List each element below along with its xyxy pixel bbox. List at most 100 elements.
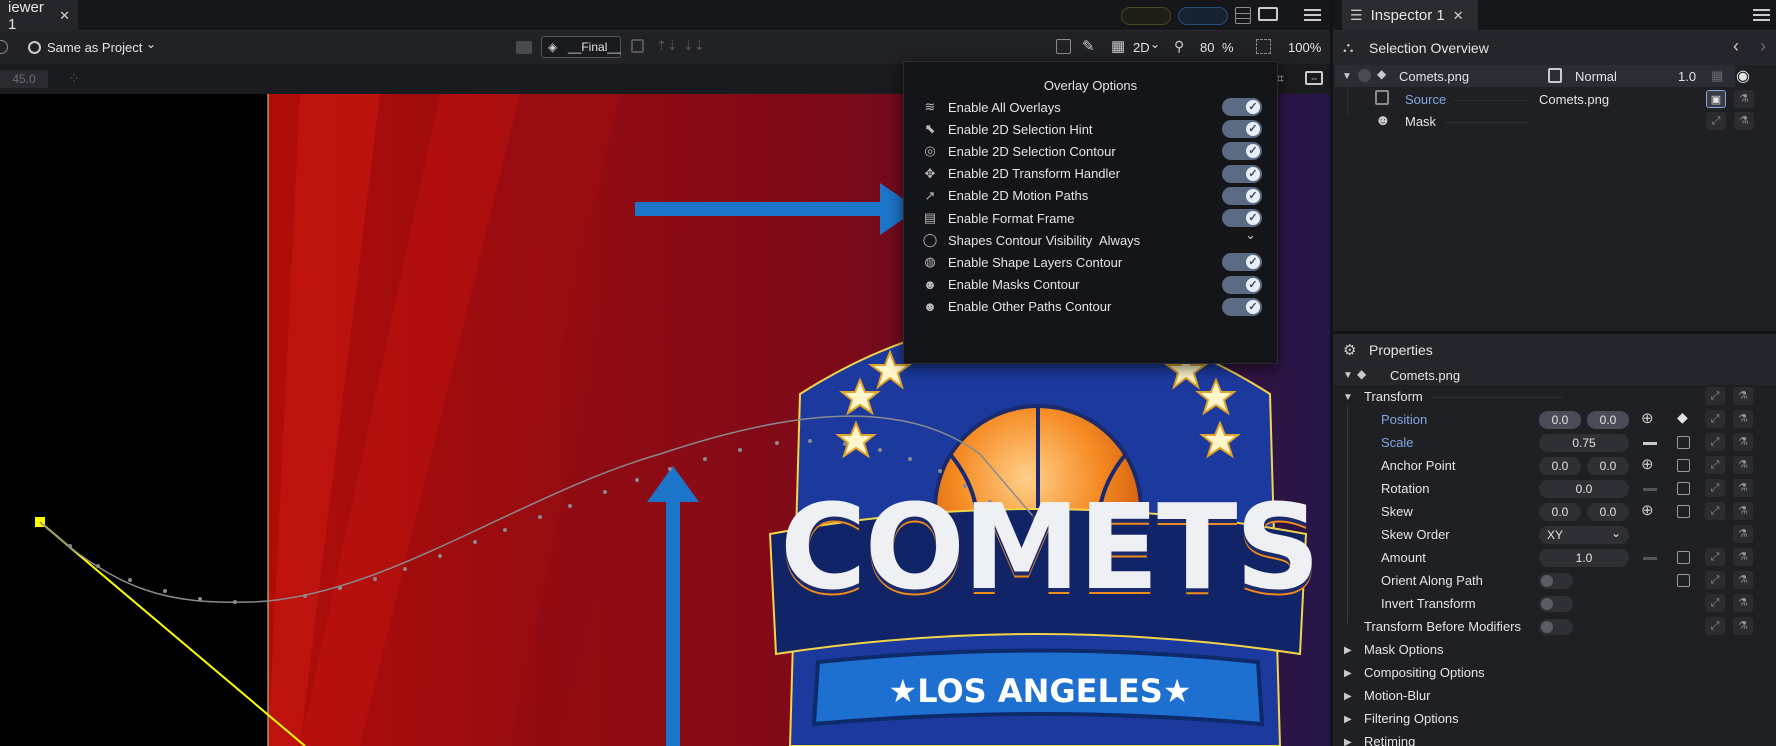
overlay-option-toggle[interactable]: ✓: [1222, 275, 1262, 294]
skew-order-select[interactable]: XY ⌄: [1539, 526, 1629, 544]
chevron-down-icon[interactable]: ⌄: [146, 37, 156, 51]
overlay-option-row[interactable]: ✥ Enable 2D Transform Handler ✓: [922, 163, 1262, 185]
angle-field[interactable]: 45.0: [0, 70, 48, 88]
mask-label[interactable]: Mask: [1405, 114, 1436, 129]
overlay-option-row[interactable]: ▤ Enable Format Frame ✓: [922, 207, 1262, 229]
close-icon[interactable]: ✕: [1453, 8, 1464, 24]
blend-mode[interactable]: Normal: [1575, 69, 1617, 84]
slider-icon[interactable]: [1643, 557, 1657, 560]
slider-icon[interactable]: [1643, 442, 1657, 445]
expand-triangle-icon[interactable]: ▶: [1344, 714, 1352, 725]
inspector-tab[interactable]: ☰ Inspector 1 ✕: [1342, 0, 1478, 31]
eye-icon[interactable]: ◉: [1736, 66, 1750, 86]
source-link-icon[interactable]: ▣: [1706, 90, 1726, 108]
property-group-label[interactable]: Motion-Blur: [1364, 688, 1430, 703]
position-y-field[interactable]: 0.0: [1587, 411, 1629, 429]
flask-icon[interactable]: ⚗: [1733, 594, 1753, 612]
flask-icon[interactable]: ⚗: [1734, 112, 1754, 130]
chevron-left-icon[interactable]: ‹: [1733, 36, 1739, 57]
flask-icon[interactable]: ⚗: [1733, 502, 1753, 520]
safe-area-icon[interactable]: [1056, 39, 1071, 54]
keyframe-checkbox[interactable]: [1677, 574, 1690, 587]
visibility-dot-icon[interactable]: [1358, 69, 1371, 82]
contour-visibility-select[interactable]: Always: [1099, 233, 1140, 248]
slider-icon[interactable]: [1643, 488, 1657, 491]
keyframe-checkbox[interactable]: [1677, 482, 1690, 495]
crosshair-icon[interactable]: ⊕: [1641, 409, 1654, 427]
crosshair-icon[interactable]: ⊕: [1641, 501, 1654, 519]
expand-triangle-icon[interactable]: ▼: [1343, 370, 1353, 381]
link-icon[interactable]: ⤢: [1705, 479, 1725, 497]
overlay-option-row[interactable]: ◎ Enable 2D Selection Contour ✓: [922, 140, 1262, 162]
flask-icon[interactable]: ⚗: [1733, 617, 1753, 635]
skew-label[interactable]: Skew: [1381, 504, 1413, 519]
crosshair-icon[interactable]: ⊕: [1641, 455, 1654, 473]
scale-field[interactable]: 0.75: [1539, 434, 1629, 452]
render-toggle-icon[interactable]: [0, 40, 8, 54]
amount-label[interactable]: Amount: [1381, 550, 1426, 565]
flip-icon[interactable]: [516, 41, 532, 54]
orient-label[interactable]: Orient Along Path: [1381, 573, 1483, 588]
property-group-label[interactable]: Mask Options: [1364, 642, 1443, 657]
close-icon[interactable]: ✕: [59, 8, 70, 24]
layer-name[interactable]: Comets.png: [1399, 69, 1469, 84]
overlay-option-toggle[interactable]: ✓: [1222, 253, 1262, 272]
keyframe-diamond-icon[interactable]: ◆: [1677, 409, 1688, 426]
link-icon[interactable]: ⤢: [1705, 456, 1725, 474]
before-modifiers-label[interactable]: Transform Before Modifiers: [1364, 619, 1521, 634]
keyframe-checkbox[interactable]: [1677, 459, 1690, 472]
rotation-field[interactable]: 0.0: [1539, 480, 1629, 498]
grid-icon[interactable]: ▦: [1711, 68, 1723, 84]
source-label[interactable]: Source: [1405, 92, 1446, 107]
keyframe-checkbox[interactable]: [1677, 505, 1690, 518]
link-icon[interactable]: ⤢: [1705, 410, 1725, 428]
flask-icon[interactable]: ⚗: [1733, 456, 1753, 474]
resolution-dropdown[interactable]: Same as Project: [47, 40, 142, 55]
property-group-label[interactable]: Retiming: [1364, 734, 1415, 746]
zoom-value[interactable]: 80: [1200, 40, 1214, 55]
overlay-option-toggle[interactable]: ✓: [1222, 142, 1262, 161]
expand-triangle-icon[interactable]: ▶: [1344, 737, 1352, 746]
anchor-x-field[interactable]: 0.0: [1539, 457, 1581, 475]
align-bottom-icon[interactable]: ⇣⇣: [683, 38, 705, 54]
chevron-down-icon[interactable]: ⌄: [1150, 37, 1160, 51]
chevron-down-icon[interactable]: ⌄: [1245, 227, 1256, 243]
source-value[interactable]: Comets.png: [1539, 92, 1609, 107]
layout-icon[interactable]: [1235, 7, 1251, 24]
viewer-tab[interactable]: iewer 1 ✕: [0, 0, 78, 33]
link-icon[interactable]: ⤢: [1705, 433, 1725, 451]
blend-row[interactable]: [1535, 65, 1735, 87]
link-icon[interactable]: ⤢: [1705, 571, 1725, 589]
overlay-option-row[interactable]: ◯ Shapes Contour Visibility Always ⌄: [922, 227, 1262, 251]
fit-icon[interactable]: [1256, 39, 1271, 54]
position-label[interactable]: Position: [1381, 412, 1427, 427]
flask-icon[interactable]: ⚗: [1733, 571, 1753, 589]
flask-icon[interactable]: ⚗: [1734, 90, 1754, 108]
grid-icon[interactable]: ▦: [1111, 37, 1125, 55]
invert-toggle[interactable]: [1539, 596, 1573, 612]
overlay-option-toggle[interactable]: ✓: [1222, 98, 1262, 116]
overlay-option-row[interactable]: ≋ Enable All Overlays ✓: [922, 96, 1262, 118]
chevron-right-icon[interactable]: ›: [1760, 36, 1766, 57]
overlay-option-toggle[interactable]: ✓: [1222, 164, 1262, 183]
amount-field[interactable]: 1.0: [1539, 549, 1629, 567]
overlay-option-row[interactable]: ◍ Enable Shape Layers Contour ✓: [922, 251, 1262, 273]
link-icon[interactable]: ⤢: [1706, 112, 1726, 130]
inspector-menu-icon[interactable]: [1753, 6, 1770, 24]
overlay-option-toggle[interactable]: ✓: [1222, 120, 1262, 139]
transform-group-label[interactable]: Transform: [1364, 389, 1423, 404]
property-group-label[interactable]: Filtering Options: [1364, 711, 1459, 726]
before-modifiers-toggle[interactable]: [1539, 619, 1573, 635]
flask-icon[interactable]: ⚗: [1733, 525, 1753, 543]
expand-triangle-icon[interactable]: ▶: [1344, 645, 1352, 656]
link-icon[interactable]: ⤢: [1705, 617, 1725, 635]
scale-label[interactable]: Scale: [1381, 435, 1414, 450]
viewer-menu-icon[interactable]: [1304, 6, 1321, 24]
flask-icon[interactable]: ⚗: [1733, 433, 1753, 451]
expand-icon[interactable]: ⇔: [1305, 71, 1323, 85]
anchor-y-field[interactable]: 0.0: [1587, 457, 1629, 475]
expand-triangle-icon[interactable]: ▼: [1343, 392, 1353, 403]
overlay-option-toggle[interactable]: ✓: [1222, 209, 1262, 227]
composition-selector[interactable]: ◈ __Final__: [541, 36, 621, 58]
expand-triangle-icon[interactable]: ▶: [1344, 668, 1352, 679]
